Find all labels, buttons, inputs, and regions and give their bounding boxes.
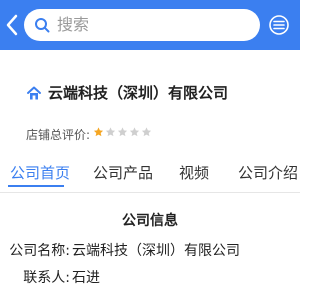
info-row-contact: 联系人: 石进 [0, 267, 300, 287]
star-icon [93, 127, 104, 137]
store-rating: 店铺总评价: [0, 124, 300, 144]
tab-home[interactable]: 公司首页 [10, 162, 70, 183]
info-row-company-name: 公司名称: 云端科技（深圳）有限公司 [0, 240, 300, 260]
info-value: 云端科技（深圳）有限公司 [72, 243, 240, 259]
star-icon [117, 127, 128, 137]
info-label: 公司名称: [9, 243, 70, 259]
back-button[interactable] [4, 13, 20, 37]
tab-about[interactable]: 公司介绍 [238, 162, 298, 183]
divider [0, 192, 300, 193]
menu-button[interactable] [265, 13, 293, 37]
home-icon [27, 86, 41, 100]
rating-stars [93, 126, 153, 140]
top-bar: 搜索 [0, 0, 300, 50]
rating-label: 店铺总评价: [26, 128, 91, 142]
star-icon [141, 127, 152, 137]
company-header: 云端科技（深圳）有限公司 [0, 78, 300, 108]
active-tab-indicator [8, 185, 64, 187]
search-placeholder: 搜索 [57, 15, 90, 34]
section-title: 公司信息 [122, 213, 178, 229]
info-label: 联系人: [23, 270, 70, 286]
company-tabs: 公司首页 公司产品 视频 公司介绍 [0, 160, 300, 188]
search-icon [35, 18, 50, 33]
tab-products[interactable]: 公司产品 [93, 162, 153, 183]
star-icon [105, 127, 116, 137]
company-name: 云端科技（深圳）有限公司 [48, 84, 229, 102]
search-input[interactable]: 搜索 [24, 9, 260, 41]
tab-videos[interactable]: 视频 [179, 162, 209, 183]
info-value: 石进 [72, 270, 100, 286]
star-icon [129, 127, 140, 137]
